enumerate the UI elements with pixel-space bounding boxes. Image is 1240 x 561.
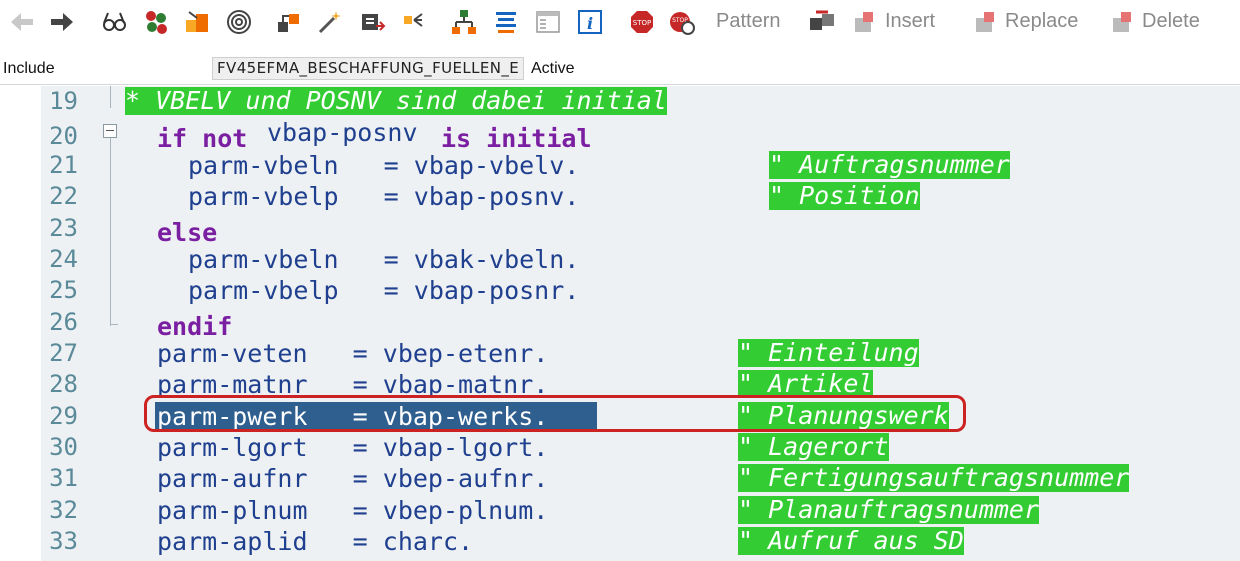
- svg-text:STOP: STOP: [633, 19, 651, 27]
- glasses-icon[interactable]: [100, 8, 128, 36]
- code-text: parm-aufnr = vbep-aufnr.: [157, 464, 549, 493]
- line-number: 32: [49, 496, 78, 524]
- magic-wand-icon[interactable]: [316, 8, 344, 36]
- toolbar: i STOP STOP Pattern Insert Replace Delet…: [0, 0, 1240, 46]
- include-label: Include: [3, 60, 55, 77]
- line-number: 33: [49, 527, 78, 555]
- code-text: parm-plnum = vbep-plnum.: [157, 496, 549, 525]
- code-line[interactable]: 19 * VBELV und POSNV sind dabei initial: [0, 86, 1240, 117]
- pretty-printer-icon[interactable]: [358, 8, 386, 36]
- code-text: parm-vbelp = vbap-posnv.: [188, 182, 580, 211]
- delete-button[interactable]: Delete: [1142, 10, 1200, 33]
- code-line[interactable]: 32 parm-plnum = vbep-plnum. " Planauftra…: [0, 495, 1240, 526]
- code-text: parm-vbeln = vbap-vbelv.: [188, 151, 580, 180]
- line-number: 21: [49, 151, 78, 179]
- form-icon[interactable]: [534, 8, 562, 36]
- code-comment: " Auftragsnummer: [769, 150, 1010, 179]
- code-line[interactable]: 23 else: [0, 213, 1240, 247]
- code-comment: " Einteilung: [738, 338, 919, 367]
- code-text: parm-vbelp = vbap-posnr.: [188, 276, 580, 305]
- stop-bomb-icon[interactable]: STOP: [668, 8, 696, 36]
- code-line[interactable]: 20 if not vbap-posnv is initial: [0, 118, 1240, 153]
- code-comment: " Fertigungsauftragsnummer: [738, 463, 1130, 492]
- transport-icon[interactable]: [183, 8, 211, 36]
- code-text: parm-lgort = vbap-lgort.: [157, 433, 549, 462]
- code-line[interactable]: 31 parm-aufnr = vbep-aufnr. " Fertigungs…: [0, 463, 1240, 494]
- line-number: 30: [49, 433, 78, 461]
- code-line[interactable]: 33 parm-aplid = charc. " Aufruf aus SD: [0, 526, 1240, 557]
- hierarchy-icon[interactable]: [450, 8, 478, 36]
- code-editor[interactable]: 19 * VBELV und POSNV sind dabei initial …: [0, 86, 1240, 561]
- replace-button[interactable]: Replace: [1005, 10, 1078, 33]
- insert-icon[interactable]: [851, 8, 879, 36]
- include-name-field: FV45EFMA_BESCHAFFUNG_FUELLEN_E: [212, 57, 524, 80]
- code-line[interactable]: 22 parm-vbelp = vbap-posnv. " Position: [0, 181, 1240, 212]
- spiral-icon[interactable]: [225, 8, 253, 36]
- activate-icon[interactable]: [275, 8, 303, 36]
- include-bar: Include FV45EFMA_BESCHAFFUNG_FUELLEN_E A…: [0, 54, 1240, 85]
- code-line[interactable]: 30 parm-lgort = vbap-lgort. " Lagerort: [0, 432, 1240, 463]
- where-used-icon[interactable]: [400, 8, 428, 36]
- delete-icon[interactable]: [1109, 8, 1137, 36]
- stack-icon[interactable]: [492, 8, 520, 36]
- code-comment: " Planauftragsnummer: [738, 495, 1040, 524]
- code-line[interactable]: 24 parm-vbeln = vbak-vbeln.: [0, 244, 1240, 275]
- forward-arrow-icon[interactable]: [48, 8, 76, 36]
- line-number: 29: [49, 402, 78, 430]
- code-text: parm-vbeln = vbak-vbeln.: [188, 245, 580, 274]
- line-number: 19: [49, 87, 78, 115]
- code-text: parm-veten = vbep-etenr.: [157, 339, 549, 368]
- line-number: 25: [49, 276, 78, 304]
- code-text: vbap-posnv: [267, 118, 418, 147]
- stop-sign-icon[interactable]: STOP: [628, 8, 656, 36]
- code-comment: * VBELV und POSNV sind dabei initial: [125, 86, 667, 115]
- code-comment: " Position: [769, 181, 920, 210]
- line-number: 28: [49, 370, 78, 398]
- cut-icon[interactable]: [808, 8, 836, 36]
- svg-text:STOP: STOP: [672, 17, 688, 24]
- line-number: 20: [49, 122, 78, 150]
- line-number: 22: [49, 182, 78, 210]
- include-status: Active: [531, 60, 575, 77]
- code-line[interactable]: 26 endif: [0, 307, 1240, 341]
- code-comment: " Aufruf aus SD: [738, 526, 964, 555]
- replace-icon[interactable]: [972, 8, 1000, 36]
- code-line[interactable]: 21 parm-vbeln = vbap-vbelv. " Auftragsnu…: [0, 150, 1240, 181]
- code-comment: " Lagerort: [738, 432, 889, 461]
- line-number: 27: [49, 339, 78, 367]
- insert-button[interactable]: Insert: [885, 10, 935, 33]
- line-number: 26: [49, 308, 78, 336]
- line-number: 31: [49, 464, 78, 492]
- back-arrow-icon[interactable]: [8, 8, 36, 36]
- code-text: parm-aplid = charc.: [157, 527, 474, 556]
- code-line[interactable]: 27 parm-veten = vbep-etenr. " Einteilung: [0, 338, 1240, 369]
- info-icon[interactable]: i: [576, 8, 604, 36]
- svg-text:i: i: [587, 14, 593, 33]
- code-line[interactable]: 25 parm-vbelp = vbap-posnr.: [0, 275, 1240, 306]
- objects-icon[interactable]: [142, 8, 170, 36]
- highlight-annotation-box: [144, 395, 966, 432]
- line-number: 24: [49, 245, 78, 273]
- code-comment: " Artikel: [738, 369, 874, 398]
- line-number: 23: [49, 214, 78, 242]
- pattern-button[interactable]: Pattern: [716, 10, 780, 33]
